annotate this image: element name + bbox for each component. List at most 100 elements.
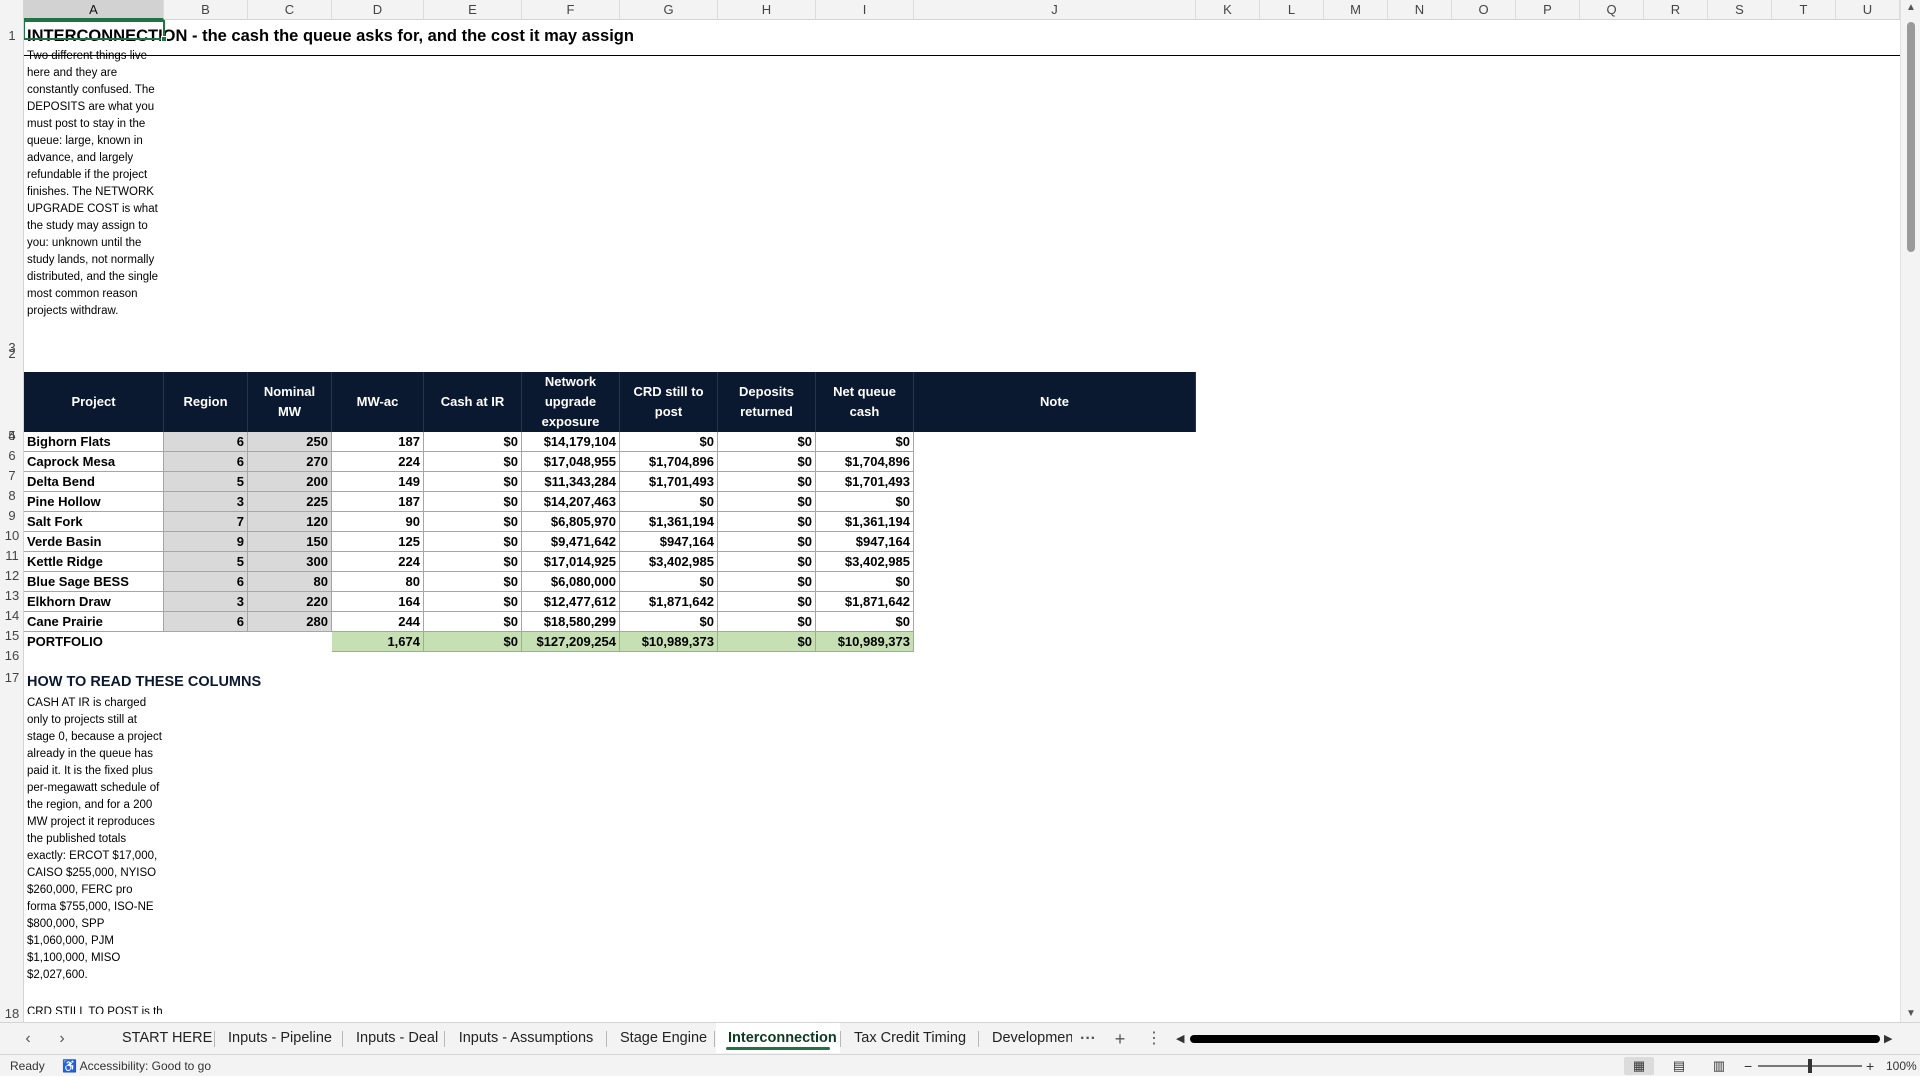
row-header-8[interactable]: 8 <box>0 484 24 504</box>
table-cell-cash-at-ir[interactable]: $0 <box>424 552 522 572</box>
accessibility-status[interactable]: ♿ Accessibility: Good to go <box>62 1055 211 1077</box>
table-cell-cash-at-ir[interactable]: $0 <box>424 592 522 612</box>
table-cell-net-queue-cash[interactable]: $947,164 <box>816 532 914 552</box>
column-header-n[interactable]: N <box>1388 0 1452 20</box>
table-cell-crd-still-to-post[interactable]: $0 <box>620 492 718 512</box>
table-cell-project[interactable]: Caprock Mesa <box>24 452 164 472</box>
section-heading-read-columns[interactable]: HOW TO READ THESE COLUMNS <box>24 672 424 692</box>
column-header-h[interactable]: H <box>718 0 816 20</box>
column-header-q[interactable]: Q <box>1580 0 1644 20</box>
table-cell-region[interactable]: 6 <box>164 432 248 452</box>
table-cell-cash-at-ir[interactable]: $0 <box>424 572 522 592</box>
table-cell-net-queue-cash[interactable]: $0 <box>816 572 914 592</box>
table-cell-crd-still-to-post[interactable]: $1,701,493 <box>620 472 718 492</box>
table-cell-region[interactable]: 6 <box>164 612 248 632</box>
table-cell-crd-still-to-post[interactable]: $947,164 <box>620 532 718 552</box>
table-cell-nominal-mw[interactable]: 250 <box>248 432 332 452</box>
portfolio-deposits-returned[interactable]: $0 <box>718 632 816 652</box>
table-header-crd-still-to-post[interactable]: CRD still to post <box>620 372 718 432</box>
column-header-d[interactable]: D <box>332 0 424 20</box>
sheet-tab-interconnection[interactable]: Interconnection <box>716 1023 840 1053</box>
worksheet-grid[interactable]: INTERCONNECTION - the cash the queue ask… <box>24 20 1900 1022</box>
more-sheets-icon[interactable]: ··· <box>1078 1028 1098 1050</box>
table-cell-deposits-returned[interactable]: $0 <box>718 472 816 492</box>
table-cell-deposits-returned[interactable]: $0 <box>718 552 816 572</box>
table-cell-cash-at-ir[interactable]: $0 <box>424 492 522 512</box>
column-header-b[interactable]: B <box>164 0 248 20</box>
sheet-tab-tax-credit-timing[interactable]: Tax Credit Timing <box>842 1023 978 1053</box>
table-cell-crd-still-to-post[interactable]: $0 <box>620 572 718 592</box>
table-header-net-queue-cash[interactable]: Net queue cash <box>816 372 914 432</box>
table-cell-project[interactable]: Cane Prairie <box>24 612 164 632</box>
row-header-11[interactable]: 11 <box>0 544 24 564</box>
table-cell-deposits-returned[interactable]: $0 <box>718 592 816 612</box>
table-cell-project[interactable]: Delta Bend <box>24 472 164 492</box>
table-cell-network-upgrade-exposure[interactable]: $9,471,642 <box>522 532 620 552</box>
table-cell-deposits-returned[interactable]: $0 <box>718 492 816 512</box>
table-cell-network-upgrade-exposure[interactable]: $11,343,284 <box>522 472 620 492</box>
column-header-l[interactable]: L <box>1260 0 1324 20</box>
portfolio-label[interactable]: PORTFOLIO <box>24 632 164 652</box>
table-cell-network-upgrade-exposure[interactable]: $6,805,970 <box>522 512 620 532</box>
intro-note[interactable]: Two different things live here and they … <box>24 46 166 356</box>
horizontal-scrollbar[interactable]: ◀ ▶ <box>1176 1032 1896 1046</box>
row-header-17[interactable]: 17 <box>0 664 24 686</box>
table-header-network-upgrade-exposure[interactable]: Network upgrade exposure <box>522 372 620 432</box>
table-header-project[interactable]: Project <box>24 372 164 432</box>
column-header-p[interactable]: P <box>1516 0 1580 20</box>
column-header-e[interactable]: E <box>424 0 522 20</box>
table-cell-net-queue-cash[interactable]: $1,361,194 <box>816 512 914 532</box>
portfolio-network-upgrade[interactable]: $127,209,254 <box>522 632 620 652</box>
sheet-title[interactable]: INTERCONNECTION - the cash the queue ask… <box>24 24 1024 48</box>
table-cell-net-queue-cash[interactable]: $0 <box>816 492 914 512</box>
zoom-slider[interactable] <box>1758 1059 1862 1073</box>
table-cell-net-queue-cash[interactable]: $0 <box>816 612 914 632</box>
table-cell-network-upgrade-exposure[interactable]: $6,080,000 <box>522 572 620 592</box>
table-cell-net-queue-cash[interactable]: $1,704,896 <box>816 452 914 472</box>
select-all-corner[interactable] <box>0 0 24 20</box>
table-cell-deposits-returned[interactable]: $0 <box>718 612 816 632</box>
table-cell-nominal-mw[interactable]: 150 <box>248 532 332 552</box>
scroll-up-arrow-icon[interactable]: ▲ <box>1905 2 1917 13</box>
table-header-cash-at-ir[interactable]: Cash at IR <box>424 372 522 432</box>
table-cell-project[interactable]: Kettle Ridge <box>24 552 164 572</box>
row-header-14[interactable]: 14 <box>0 604 24 624</box>
table-cell-nominal-mw[interactable]: 270 <box>248 452 332 472</box>
table-cell-net-queue-cash[interactable]: $3,402,985 <box>816 552 914 572</box>
table-cell-project[interactable]: Bighorn Flats <box>24 432 164 452</box>
table-cell-cash-at-ir[interactable]: $0 <box>424 432 522 452</box>
table-cell-network-upgrade-exposure[interactable]: $18,580,299 <box>522 612 620 632</box>
row-header-2[interactable]: 2 <box>0 36 24 362</box>
table-cell-crd-still-to-post[interactable]: $3,402,985 <box>620 552 718 572</box>
table-cell-nominal-mw[interactable]: 280 <box>248 612 332 632</box>
table-cell-region[interactable]: 5 <box>164 472 248 492</box>
table-cell-crd-still-to-post[interactable]: $1,361,194 <box>620 512 718 532</box>
column-header-o[interactable]: O <box>1452 0 1516 20</box>
table-cell-region[interactable]: 3 <box>164 492 248 512</box>
page-break-preview-icon[interactable]: ▥ <box>1704 1057 1734 1075</box>
prev-sheet-icon[interactable]: ‹ <box>18 1028 38 1050</box>
table-cell-cash-at-ir[interactable]: $0 <box>424 612 522 632</box>
sheet-tab-start-here[interactable]: START HERE <box>110 1023 214 1053</box>
table-cell-crd-still-to-post[interactable]: $1,871,642 <box>620 592 718 612</box>
sheet-tab-development[interactable]: Development <box>980 1023 1072 1053</box>
table-cell-nominal-mw[interactable]: 120 <box>248 512 332 532</box>
table-cell-mw-ac[interactable]: 80 <box>332 572 424 592</box>
column-header-g[interactable]: G <box>620 0 718 20</box>
table-cell-deposits-returned[interactable]: $0 <box>718 512 816 532</box>
row-header-10[interactable]: 10 <box>0 524 24 544</box>
column-header-t[interactable]: T <box>1772 0 1836 20</box>
zoom-level[interactable]: 100% <box>1886 1055 1917 1077</box>
table-cell-cash-at-ir[interactable]: $0 <box>424 452 522 472</box>
row-header-16[interactable]: 16 <box>0 644 24 664</box>
row-header-15[interactable]: 15 <box>0 624 24 644</box>
tab-options-icon[interactable]: ⋮ <box>1144 1028 1164 1050</box>
row-header-5[interactable]: 5 <box>0 424 24 444</box>
table-cell-network-upgrade-exposure[interactable]: $12,477,612 <box>522 592 620 612</box>
table-cell-region[interactable]: 5 <box>164 552 248 572</box>
sheet-tab-inputs-deal[interactable]: Inputs - Deal <box>344 1023 444 1053</box>
table-cell-project[interactable]: Salt Fork <box>24 512 164 532</box>
row-header-3[interactable]: 3 <box>0 338 24 356</box>
table-cell-nominal-mw[interactable]: 300 <box>248 552 332 572</box>
table-cell-mw-ac[interactable]: 224 <box>332 452 424 472</box>
